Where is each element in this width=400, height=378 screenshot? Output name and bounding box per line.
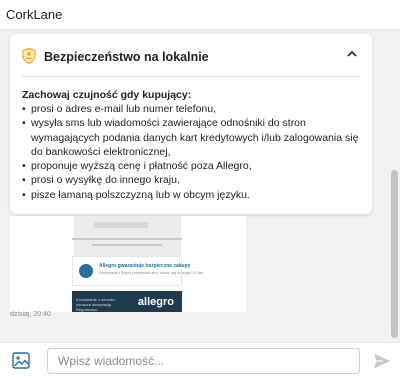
chevron-up-icon[interactable]	[346, 48, 358, 60]
safety-card-body: Zachowaj czujność gdy kupujący: prosi o …	[22, 88, 367, 202]
message-composer	[0, 342, 400, 378]
attachment-line	[92, 244, 162, 246]
list-item: prosi o adres e-mail lub numer telefonu,	[22, 102, 367, 117]
list-item: prosi o wysyłkę do innego kraju,	[22, 173, 367, 188]
divider	[22, 76, 360, 77]
attachment-box-text: Skorzystaj z kupuj przedmiot albo zwróć …	[99, 270, 205, 275]
app-header: CorkLane	[0, 0, 400, 30]
message-input[interactable]	[47, 348, 360, 374]
safety-card: Bezpieczeństwo na lokalnie Zachowaj czuj…	[10, 34, 372, 214]
app-title: CorkLane	[6, 7, 63, 22]
attachment-placeholder-button	[94, 222, 148, 228]
umbrella-icon	[79, 264, 93, 278]
tips-list: prosi o adres e-mail lub numer telefonu,…	[22, 102, 367, 202]
attachment-box-heading: Allegro gwarantuje bezpieczne zakupy	[99, 263, 191, 269]
safety-card-title: Bezpieczeństwo na lokalnie	[44, 50, 209, 64]
image-icon[interactable]	[12, 352, 30, 369]
attachment-footer: Korzystanie z serwisu oznacza akceptację…	[72, 291, 182, 312]
safety-card-header[interactable]: Bezpieczeństwo na lokalnie	[10, 34, 372, 76]
list-item: proponuje wyższą cenę i płatność poza Al…	[22, 159, 367, 174]
attachment-image[interactable]: Allegro gwarantuje bezpieczne zakupy Sko…	[10, 216, 246, 312]
list-item: pisze łamaną polszczyzną lub w obcym jęz…	[22, 188, 367, 203]
attachment-box: Allegro gwarantuje bezpieczne zakupy Sko…	[72, 256, 204, 286]
warning-heading: Zachowaj czujność gdy kupujący:	[22, 89, 192, 101]
list-item: wysyła sms lub wiadomości zawierające od…	[22, 116, 367, 159]
allegro-logo: allegro	[137, 296, 174, 308]
message-timestamp: dzisiaj, 20:40	[10, 311, 51, 318]
attachment-line	[72, 238, 182, 240]
attachment-footer-text: Korzystanie z serwisu oznacza akceptację…	[76, 297, 115, 312]
send-icon[interactable]	[373, 352, 391, 370]
shield-icon	[22, 48, 36, 64]
scrollbar[interactable]	[390, 30, 399, 342]
chat-area[interactable]: Bezpieczeństwo na lokalnie Zachowaj czuj…	[0, 30, 400, 342]
scrollbar-thumb[interactable]	[391, 170, 398, 338]
